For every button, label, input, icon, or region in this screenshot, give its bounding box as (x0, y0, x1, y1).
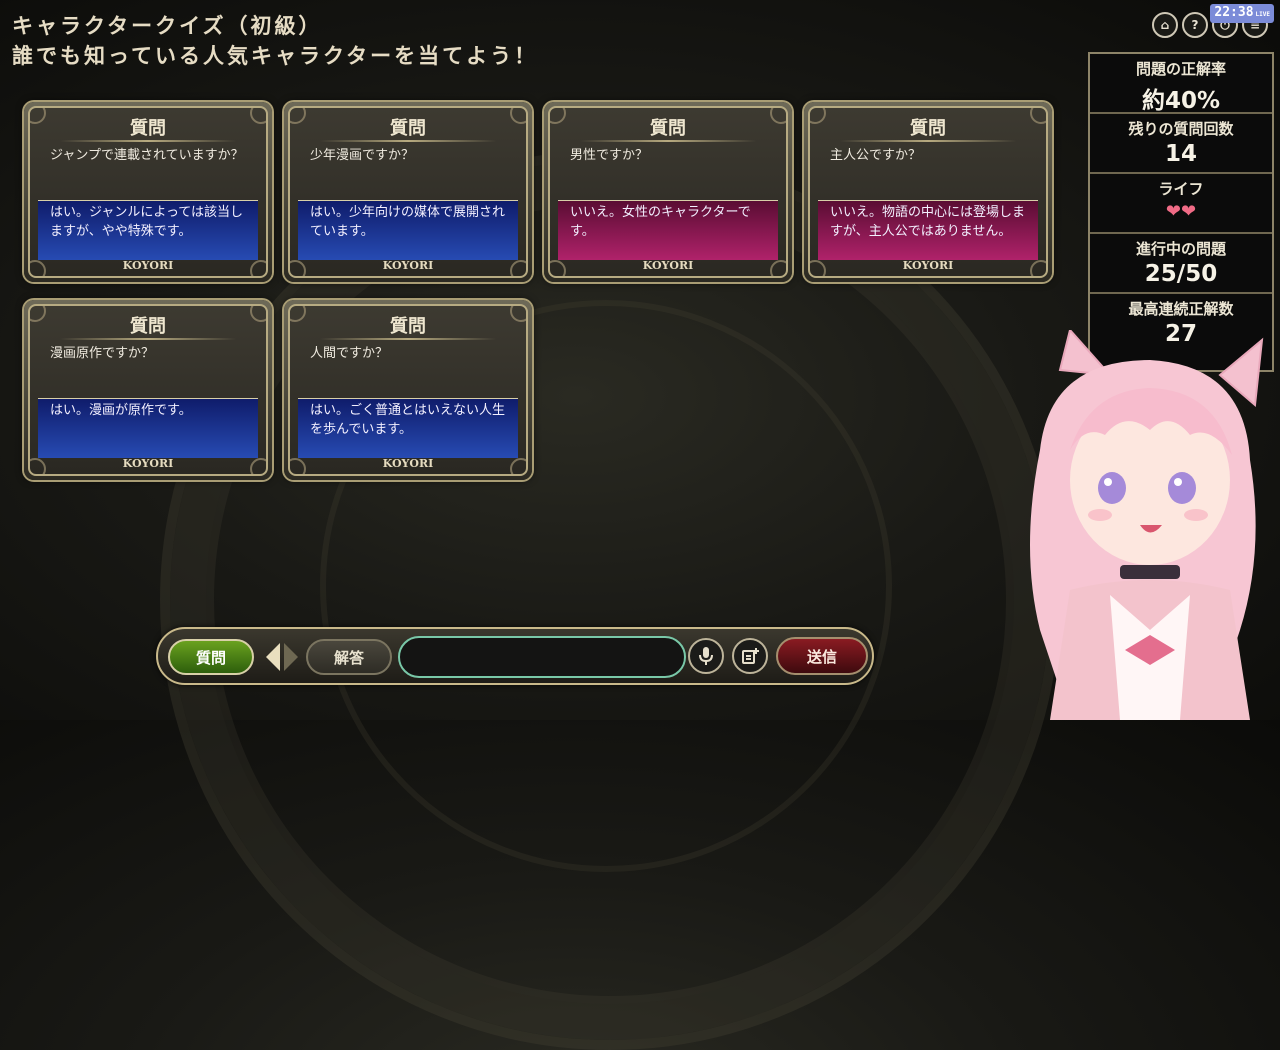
add-note-button[interactable] (732, 638, 768, 674)
card-question: 少年漫画ですか？ (310, 148, 415, 163)
card-footer: KOYORI (122, 259, 174, 272)
help-icon[interactable]: ? (1182, 12, 1208, 38)
card-frame: 質問 漫画原作ですか？ はい。漫画が原作です。 KOYORI (28, 304, 268, 476)
stat-label: 問題の正解率 (1135, 60, 1226, 78)
stat-label: 残りの質問回数 (1128, 120, 1234, 138)
question-card: 質問 主人公ですか？ いいえ。物語の中心には登場しますが、主人公ではありません。… (804, 102, 1052, 282)
card-answer-yes: はい。少年向けの媒体で展開されています。 (298, 200, 518, 260)
card-answer-yes: はい。漫画が原作です。 (38, 398, 258, 458)
heart-icon: ❤❤ (1165, 201, 1197, 222)
card-heading: 質問 (390, 118, 426, 139)
stat-value: 25/50 (1144, 261, 1218, 287)
card-question: 男性ですか？ (570, 148, 649, 163)
microphone-button[interactable] (688, 638, 724, 674)
card-answer-yes: はい。ジャンルによっては該当しますが、やや特殊です。 (38, 200, 258, 260)
card-question: ジャンプで連載されていますか？ (50, 148, 244, 163)
card-footer: KOYORI (642, 259, 694, 272)
input-bar: 質問 解答 送信 (156, 627, 874, 685)
card-heading: 質問 (910, 118, 946, 139)
question-card: 質問 漫画原作ですか？ はい。漫画が原作です。 KOYORI (24, 300, 272, 480)
stat-label: ライフ (1158, 180, 1204, 198)
card-question: 漫画原作ですか？ (50, 346, 155, 361)
card-heading: 質問 (650, 118, 686, 139)
question-card: 質問 人間ですか？ はい。ごく普通とはいえない人生を歩んでいます。 KOYORI (284, 300, 532, 480)
card-heading: 質問 (390, 316, 426, 337)
add-note-icon (742, 648, 759, 664)
stat-value: 約40% (1141, 88, 1221, 114)
stat-remaining: 残りの質問回数 14 (1090, 114, 1272, 174)
send-button[interactable]: 送信 (776, 637, 868, 675)
question-card: 質問 少年漫画ですか？ はい。少年向けの媒体で展開されています。 KOYORI (284, 102, 532, 282)
stat-progress: 進行中の問題 25/50 (1090, 234, 1272, 294)
question-mode-button[interactable]: 質問 (168, 639, 254, 675)
message-input[interactable] (398, 636, 686, 678)
clock-badge: 22:38 LIVE (1210, 4, 1274, 23)
toggle-left-arrow-icon[interactable] (266, 643, 280, 671)
vtuber-avatar (1030, 330, 1264, 720)
card-frame: 質問 少年漫画ですか？ はい。少年向けの媒体で展開されています。 KOYORI (288, 106, 528, 278)
quiz-subtitle: 誰でも知っている人気キャラクターを当てよう！ (12, 44, 539, 68)
card-footer: KOYORI (902, 259, 954, 272)
stats-panel: 問題の正解率 約40% 残りの質問回数 14 ライフ ❤❤ 進行中の問題 25/… (1088, 52, 1274, 372)
card-question: 主人公ですか？ (830, 148, 922, 163)
card-answer-no: いいえ。物語の中心には登場しますが、主人公ではありません。 (818, 200, 1038, 260)
card-question: 人間ですか？ (310, 346, 389, 361)
card-heading: 質問 (130, 118, 166, 139)
card-footer: KOYORI (382, 259, 434, 272)
home-icon[interactable]: ⌂ (1152, 12, 1178, 38)
question-card: 質問 ジャンプで連載されていますか？ はい。ジャンルによっては該当しますが、やや… (24, 102, 272, 282)
stat-label: 進行中の問題 (1135, 240, 1226, 258)
card-frame: 質問 ジャンプで連載されていますか？ はい。ジャンルによっては該当しますが、やや… (28, 106, 268, 278)
card-frame: 質問 主人公ですか？ いいえ。物語の中心には登場しますが、主人公ではありません。… (808, 106, 1048, 278)
card-footer: KOYORI (122, 457, 174, 470)
question-card: 質問 男性ですか？ いいえ。女性のキャラクターです。 KOYORI (544, 102, 792, 282)
live-badge: LIVE (1255, 11, 1270, 18)
card-frame: 質問 男性ですか？ いいえ。女性のキャラクターです。 KOYORI (548, 106, 788, 278)
clock-time: 22:38 (1214, 5, 1254, 20)
toggle-right-arrow-icon[interactable] (284, 643, 298, 671)
card-answer-no: いいえ。女性のキャラクターです。 (558, 200, 778, 260)
stat-accuracy: 問題の正解率 約40% (1090, 54, 1272, 114)
card-heading: 質問 (130, 316, 166, 337)
card-frame: 質問 人間ですか？ はい。ごく普通とはいえない人生を歩んでいます。 KOYORI (288, 304, 528, 476)
stat-life: ライフ ❤❤ (1090, 174, 1272, 234)
quiz-title: キャラクタークイズ（初級） (12, 14, 323, 38)
answer-mode-button[interactable]: 解答 (306, 639, 392, 675)
card-answer-yes: はい。ごく普通とはいえない人生を歩んでいます。 (298, 398, 518, 458)
stat-label: 最高連続正解数 (1128, 300, 1234, 318)
card-footer: KOYORI (382, 457, 434, 470)
microphone-icon (699, 647, 713, 665)
stat-value: 14 (1164, 141, 1197, 167)
